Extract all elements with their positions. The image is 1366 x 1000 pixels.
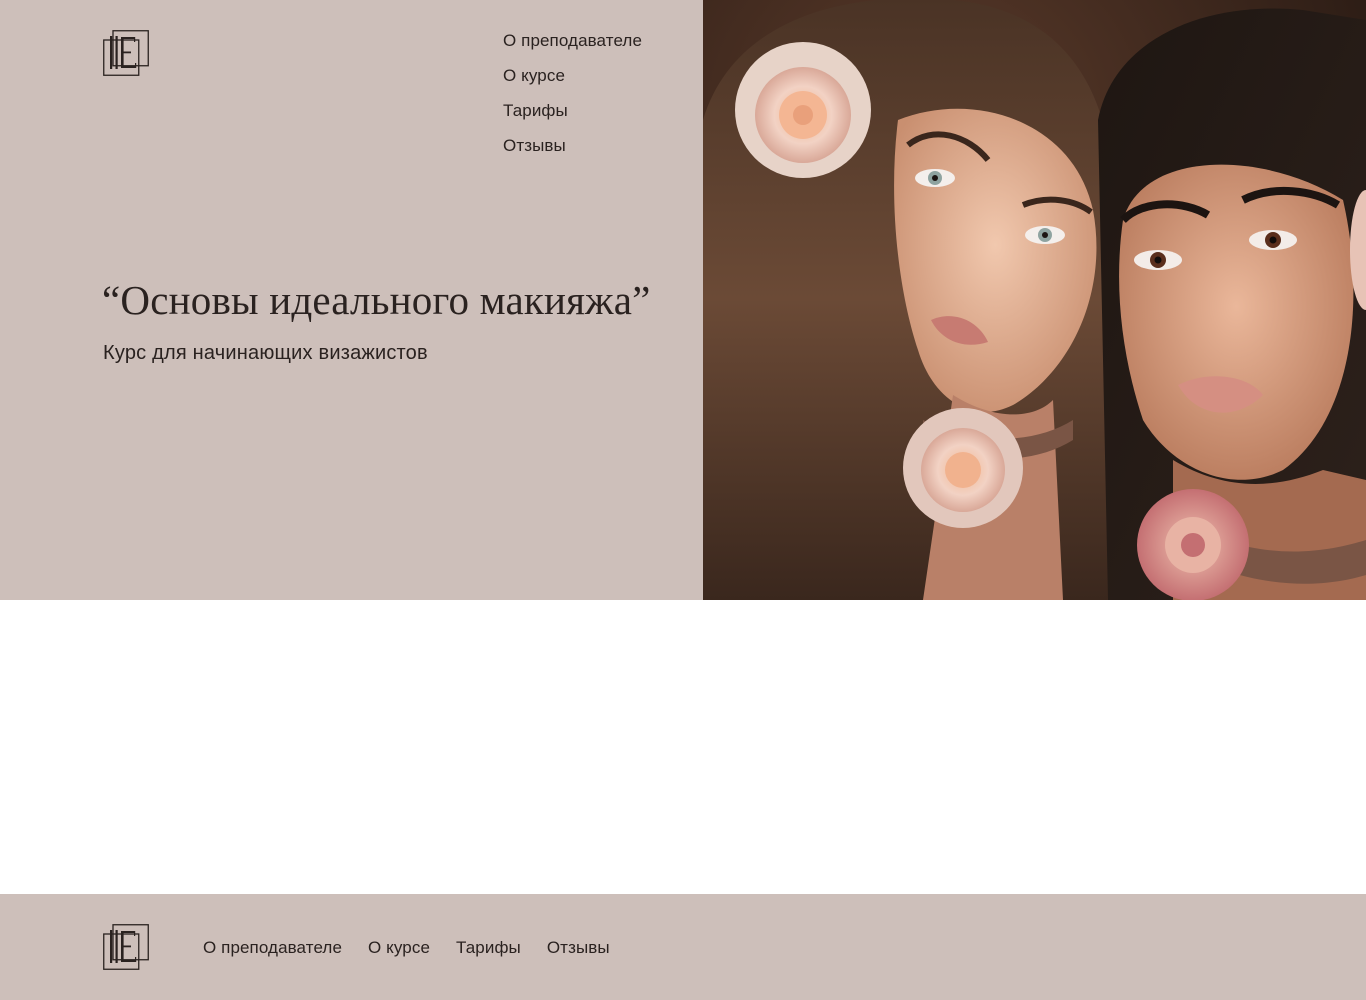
hero-photo [703,0,1366,600]
hero-subtitle: Курс для начинающих визажистов [103,342,428,364]
footer-nav-item-teacher[interactable]: О преподавателе [203,937,342,958]
footer-nav: О преподавателе О курсе Тарифы Отзывы [203,937,636,958]
nav-item-teacher[interactable]: О преподавателе [503,30,642,65]
nav-item-reviews[interactable]: Отзывы [503,135,642,170]
footer-nav-item-pricing[interactable]: Тарифы [456,937,521,958]
footer-nav-item-course[interactable]: О курсе [368,937,430,958]
footer-nav-item-reviews[interactable]: Отзывы [547,937,610,958]
hero-title: “Основы идеального макияжа” [102,277,651,323]
main-nav: О преподавателе О курсе Тарифы Отзывы [503,30,642,170]
hero-section: О преподавателе О курсе Тарифы Отзывы “О… [0,0,1366,600]
footer-logo-icon[interactable] [103,924,149,970]
footer: О преподавателе О курсе Тарифы Отзывы [0,894,1366,1000]
nav-item-course[interactable]: О курсе [503,65,642,100]
nav-item-pricing[interactable]: Тарифы [503,100,642,135]
logo-icon[interactable] [103,30,149,76]
